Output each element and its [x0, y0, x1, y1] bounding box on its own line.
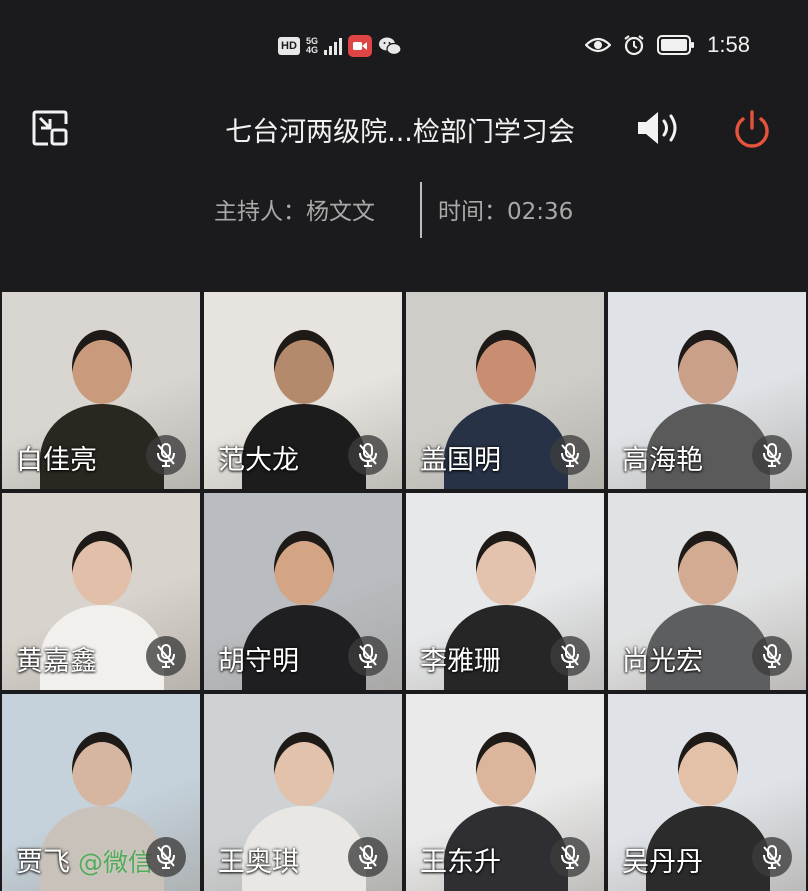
participant-name: 王奥琪 — [218, 847, 299, 878]
participant-name: 胡守明 — [218, 646, 299, 677]
mic-muted-icon[interactable] — [752, 837, 792, 877]
participant-tile[interactable]: 范大龙 — [204, 292, 402, 489]
participant-tile[interactable]: 李雅珊 — [406, 493, 604, 690]
meeting-title: 七台河两级院...检部门学习会 — [225, 117, 575, 148]
battery-icon — [657, 35, 695, 55]
speaker-button[interactable] — [634, 108, 686, 148]
participant-face — [274, 330, 334, 404]
wechat-icon — [379, 37, 402, 56]
participant-tile[interactable]: 王奥琪 — [204, 694, 402, 891]
participant-name: 白佳亮 — [16, 445, 97, 476]
participant-face — [476, 531, 536, 605]
participant-name: 尚光宏 — [622, 646, 703, 677]
participant-face — [72, 531, 132, 605]
mic-muted-icon[interactable] — [752, 435, 792, 475]
network-bottom-label: 4G — [306, 45, 319, 55]
meeting-meta: 主持人：杨文文 时间：02:36 — [0, 182, 808, 238]
participant-name: 高海艳 — [622, 445, 703, 476]
alarm-icon — [624, 35, 644, 56]
mic-muted-icon[interactable] — [752, 636, 792, 676]
participant-tile[interactable]: 尚光宏 — [608, 493, 806, 690]
participant-tile[interactable]: 白佳亮 — [2, 292, 200, 489]
participant-tile[interactable]: 黄嘉鑫 — [2, 493, 200, 690]
screen-record-icon — [348, 35, 373, 57]
elapsed-time: 时间：02:36 — [438, 199, 574, 225]
participant-face — [274, 732, 334, 806]
video-grid: 白佳亮 范大龙 盖国明 高海艳黄嘉鑫 胡守明 李雅珊 尚光宏贾飞 @微信 王奥琪 王东升 吴丹丹 — [2, 292, 806, 891]
status-right-icons: 1:58 — [585, 32, 750, 58]
participant-name: 黄嘉鑫 — [16, 646, 97, 677]
participant-face — [678, 330, 738, 404]
signal-icon — [324, 37, 343, 55]
participant-tile[interactable]: 王东升 — [406, 694, 604, 891]
participant-name: 盖国明 — [420, 445, 501, 476]
minimize-button[interactable] — [28, 106, 72, 150]
participant-face — [72, 330, 132, 404]
participant-tile[interactable]: 盖国明 — [406, 292, 604, 489]
mic-muted-icon[interactable] — [550, 837, 590, 877]
participant-face — [274, 531, 334, 605]
wechat-watermark: @微信 — [78, 848, 154, 877]
hd-icon: HD — [278, 37, 300, 55]
mic-muted-icon[interactable] — [348, 435, 388, 475]
mic-muted-icon[interactable] — [348, 636, 388, 676]
mic-muted-icon[interactable] — [146, 837, 186, 877]
participant-tile[interactable]: 胡守明 — [204, 493, 402, 690]
participant-name: 吴丹丹 — [622, 847, 703, 878]
participant-face — [72, 732, 132, 806]
participant-tile[interactable]: 高海艳 — [608, 292, 806, 489]
speaker-icon — [638, 112, 677, 144]
participant-tile[interactable]: 吴丹丹 — [608, 694, 806, 891]
participant-name: 范大龙 — [218, 445, 299, 476]
status-bar: HD 5G 4G 1:58 — [0, 0, 808, 86]
participant-name: 贾飞 — [16, 847, 70, 878]
mic-muted-icon[interactable] — [550, 435, 590, 475]
participant-tile[interactable]: 贾飞 @微信 — [2, 694, 200, 891]
meeting-header: 七台河两级院...检部门学习会 主持人：杨文文 时间：02:36 — [0, 86, 808, 290]
minimize-icon — [32, 110, 68, 146]
status-left-icons: HD 5G 4G — [278, 33, 402, 59]
participant-face — [476, 330, 536, 404]
host-label: 主持人：杨文文 — [214, 199, 375, 225]
mic-muted-icon[interactable] — [146, 636, 186, 676]
network-type: 5G 4G — [306, 37, 318, 55]
divider — [420, 182, 422, 238]
mic-muted-icon[interactable] — [348, 837, 388, 877]
participant-name: 王东升 — [420, 847, 501, 878]
mic-muted-icon[interactable] — [146, 435, 186, 475]
leave-meeting-button[interactable] — [730, 108, 774, 152]
power-icon — [735, 110, 769, 148]
mic-muted-icon[interactable] — [550, 636, 590, 676]
participant-face — [678, 732, 738, 806]
participant-name: 李雅珊 — [420, 646, 501, 677]
participant-face — [476, 732, 536, 806]
clock: 1:58 — [707, 32, 750, 57]
eye-icon — [585, 37, 612, 53]
participant-face — [678, 531, 738, 605]
